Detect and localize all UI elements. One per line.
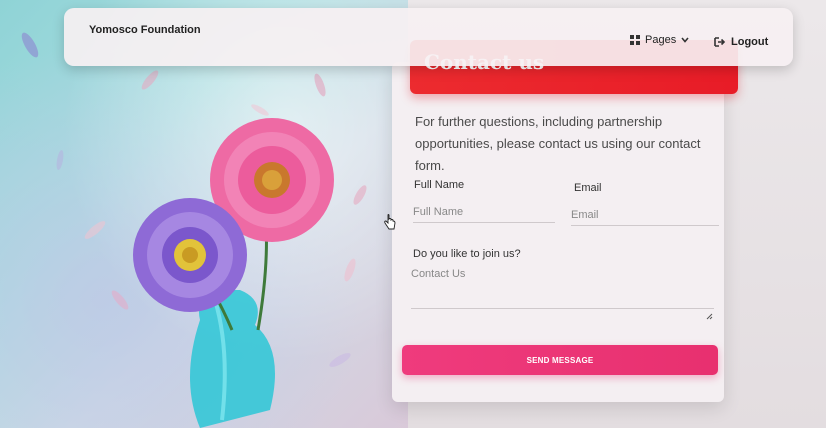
contact-intro-text: For further questions, including partner…	[415, 114, 701, 173]
email-label: Email	[574, 182, 602, 194]
message-textarea[interactable]	[411, 268, 714, 309]
grid-icon	[630, 35, 640, 45]
join-question-label: Do you like to join us?	[413, 248, 521, 260]
brand-name[interactable]: Yomosco Foundation	[89, 24, 201, 36]
logout-label: Logout	[731, 36, 769, 48]
send-message-button[interactable]: SEND MESSAGE	[402, 345, 718, 375]
pages-label: Pages	[645, 34, 677, 46]
email-input[interactable]	[571, 205, 719, 226]
full-name-label: Full Name	[414, 179, 465, 191]
chevron-down-icon	[681, 37, 689, 43]
sign-out-icon	[714, 37, 726, 47]
hand-cursor-icon	[383, 214, 397, 237]
full-name-input[interactable]	[413, 202, 555, 223]
logout-link[interactable]: Logout	[714, 36, 768, 48]
top-navbar: Yomosco Foundation Pages Logout	[64, 8, 793, 66]
pages-menu[interactable]: Pages	[630, 34, 689, 46]
resize-handle-icon[interactable]	[705, 307, 713, 325]
